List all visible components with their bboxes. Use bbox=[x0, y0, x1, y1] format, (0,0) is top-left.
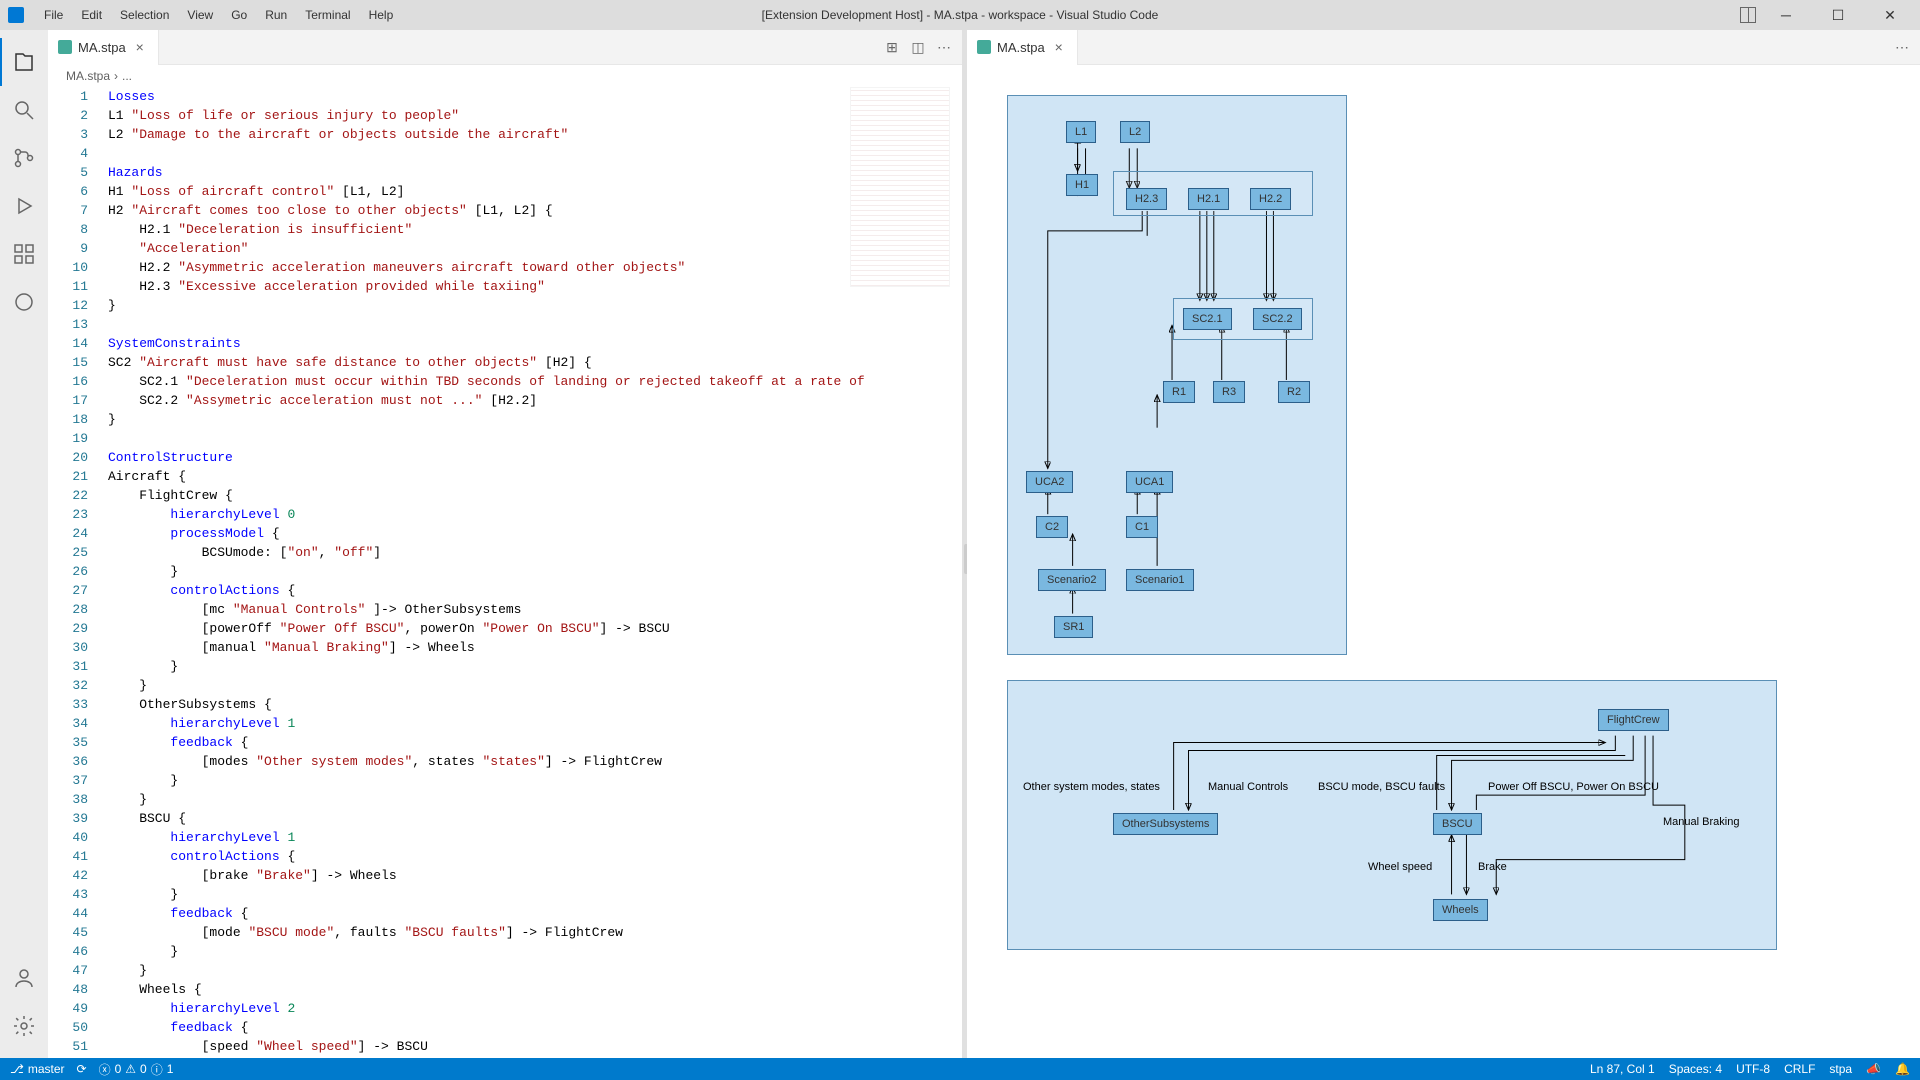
node-othersubsystems[interactable]: OtherSubsystems bbox=[1113, 813, 1218, 835]
menu-go[interactable]: Go bbox=[223, 4, 255, 26]
search-icon[interactable] bbox=[0, 86, 48, 134]
node-scenario2[interactable]: Scenario2 bbox=[1038, 569, 1106, 591]
breadcrumb-more: ... bbox=[122, 69, 132, 83]
compare-icon[interactable]: ⊞ bbox=[884, 39, 900, 55]
menu-help[interactable]: Help bbox=[361, 4, 402, 26]
custom-circle-icon[interactable] bbox=[0, 278, 48, 326]
label-mb: Manual Braking bbox=[1663, 816, 1739, 828]
editor-group-left: MA.stpa × ⊞ ◫ ⋯ MA.stpa › ... 1234567891… bbox=[48, 30, 963, 1058]
eol[interactable]: CRLF bbox=[1784, 1062, 1815, 1076]
window-controls: ─ ☐ ✕ bbox=[1740, 1, 1912, 29]
diagram-panel[interactable]: L1 L2 H1 H2.3 H2.1 H2.2 SC2.1 SC2.2 R1 R… bbox=[967, 65, 1920, 1058]
node-uca1[interactable]: UCA1 bbox=[1126, 471, 1173, 493]
code-editor[interactable]: 1234567891011121314151617181920212223242… bbox=[48, 87, 962, 1058]
menu-terminal[interactable]: Terminal bbox=[297, 4, 358, 26]
node-h21[interactable]: H2.1 bbox=[1188, 188, 1229, 210]
label-bm: BSCU mode, BSCU faults bbox=[1318, 781, 1445, 793]
node-c1[interactable]: C1 bbox=[1126, 516, 1158, 538]
close-icon[interactable]: × bbox=[1051, 39, 1067, 55]
feedback-icon[interactable]: 📣 bbox=[1866, 1062, 1881, 1076]
indentation[interactable]: Spaces: 4 bbox=[1669, 1062, 1722, 1076]
source-control-icon[interactable] bbox=[0, 134, 48, 182]
tab-label: MA.stpa bbox=[997, 40, 1045, 55]
window-title: [Extension Development Host] - MA.stpa -… bbox=[762, 8, 1159, 22]
node-h1[interactable]: H1 bbox=[1066, 174, 1098, 196]
node-bscu[interactable]: BSCU bbox=[1433, 813, 1482, 835]
status-bar: ⎇ master ⟳ ⓧ 0 ⚠ 0 ⓘ 1 Ln 87, Col 1 Spac… bbox=[0, 1058, 1920, 1080]
problems-indicator[interactable]: ⓧ 0 ⚠ 0 ⓘ 1 bbox=[99, 1061, 174, 1078]
editor-actions-right: ⋯ bbox=[1894, 39, 1920, 55]
node-scenario1[interactable]: Scenario1 bbox=[1126, 569, 1194, 591]
more-icon[interactable]: ⋯ bbox=[936, 39, 952, 55]
diagram-bottom: FlightCrew OtherSubsystems BSCU Wheels O… bbox=[1007, 680, 1777, 950]
minimize-button[interactable]: ─ bbox=[1764, 1, 1808, 29]
node-sc22[interactable]: SC2.2 bbox=[1253, 308, 1302, 330]
menu-bar: File Edit Selection View Go Run Terminal… bbox=[36, 4, 401, 26]
language-mode[interactable]: stpa bbox=[1829, 1062, 1852, 1076]
explorer-icon[interactable] bbox=[0, 38, 48, 86]
node-r1[interactable]: R1 bbox=[1163, 381, 1195, 403]
file-icon bbox=[977, 40, 991, 54]
tab-ma-stpa-left[interactable]: MA.stpa × bbox=[48, 30, 159, 65]
node-h23[interactable]: H2.3 bbox=[1126, 188, 1167, 210]
breadcrumb[interactable]: MA.stpa › ... bbox=[48, 65, 962, 87]
tabs-bar-right: MA.stpa × ⋯ bbox=[967, 30, 1920, 65]
close-button[interactable]: ✕ bbox=[1868, 1, 1912, 29]
node-uca2[interactable]: UCA2 bbox=[1026, 471, 1073, 493]
line-numbers: 1234567891011121314151617181920212223242… bbox=[48, 87, 108, 1058]
split-icon[interactable]: ◫ bbox=[910, 39, 926, 55]
node-c2[interactable]: C2 bbox=[1036, 516, 1068, 538]
node-sr1[interactable]: SR1 bbox=[1054, 616, 1093, 638]
branch-indicator[interactable]: ⎇ master bbox=[10, 1062, 65, 1076]
accounts-icon[interactable] bbox=[0, 954, 48, 1002]
bell-icon[interactable]: 🔔 bbox=[1895, 1062, 1910, 1076]
file-icon bbox=[58, 40, 72, 54]
extensions-icon[interactable] bbox=[0, 230, 48, 278]
node-r3[interactable]: R3 bbox=[1213, 381, 1245, 403]
close-icon[interactable]: × bbox=[132, 39, 148, 55]
tabs-bar-left: MA.stpa × ⊞ ◫ ⋯ bbox=[48, 30, 962, 65]
maximize-button[interactable]: ☐ bbox=[1816, 1, 1860, 29]
node-flightcrew[interactable]: FlightCrew bbox=[1598, 709, 1669, 731]
node-h22[interactable]: H2.2 bbox=[1250, 188, 1291, 210]
gear-icon[interactable] bbox=[0, 1002, 48, 1050]
node-l2[interactable]: L2 bbox=[1120, 121, 1150, 143]
status-right: Ln 87, Col 1 Spaces: 4 UTF-8 CRLF stpa 📣… bbox=[1590, 1062, 1910, 1076]
diagram-top: L1 L2 H1 H2.3 H2.1 H2.2 SC2.1 SC2.2 R1 R… bbox=[1007, 95, 1347, 655]
tab-ma-stpa-right[interactable]: MA.stpa × bbox=[967, 30, 1078, 65]
label-po: Power Off BSCU, Power On BSCU bbox=[1488, 781, 1659, 793]
tab-label: MA.stpa bbox=[78, 40, 126, 55]
menu-view[interactable]: View bbox=[179, 4, 221, 26]
more-icon[interactable]: ⋯ bbox=[1894, 39, 1910, 55]
label-mc: Manual Controls bbox=[1208, 781, 1288, 793]
main-area: MA.stpa × ⊞ ◫ ⋯ MA.stpa › ... 1234567891… bbox=[48, 30, 1920, 1058]
status-left: ⎇ master ⟳ ⓧ 0 ⚠ 0 ⓘ 1 bbox=[10, 1061, 173, 1078]
node-sc21[interactable]: SC2.1 bbox=[1183, 308, 1232, 330]
titlebar: File Edit Selection View Go Run Terminal… bbox=[0, 0, 1920, 30]
vscode-icon bbox=[8, 7, 24, 23]
sync-icon[interactable]: ⟳ bbox=[77, 1062, 87, 1076]
node-l1[interactable]: L1 bbox=[1066, 121, 1096, 143]
node-r2[interactable]: R2 bbox=[1278, 381, 1310, 403]
menu-file[interactable]: File bbox=[36, 4, 71, 26]
label-ws: Wheel speed bbox=[1368, 861, 1432, 873]
activity-bar bbox=[0, 30, 48, 1058]
panel-layout-icon[interactable] bbox=[1740, 7, 1756, 23]
label-br: Brake bbox=[1478, 861, 1507, 873]
code-content[interactable]: LossesL1 "Loss of life or serious injury… bbox=[108, 87, 962, 1058]
breadcrumb-file: MA.stpa bbox=[66, 69, 110, 83]
editor-group-right: MA.stpa × ⋯ bbox=[967, 30, 1920, 1058]
node-wheels[interactable]: Wheels bbox=[1433, 899, 1488, 921]
menu-edit[interactable]: Edit bbox=[73, 4, 110, 26]
menu-run[interactable]: Run bbox=[257, 4, 295, 26]
run-debug-icon[interactable] bbox=[0, 182, 48, 230]
encoding[interactable]: UTF-8 bbox=[1736, 1062, 1770, 1076]
menu-selection[interactable]: Selection bbox=[112, 4, 177, 26]
cursor-position[interactable]: Ln 87, Col 1 bbox=[1590, 1062, 1655, 1076]
label-osm: Other system modes, states bbox=[1023, 781, 1160, 793]
chevron-right-icon: › bbox=[114, 69, 118, 83]
editor-actions-left: ⊞ ◫ ⋯ bbox=[884, 39, 962, 55]
